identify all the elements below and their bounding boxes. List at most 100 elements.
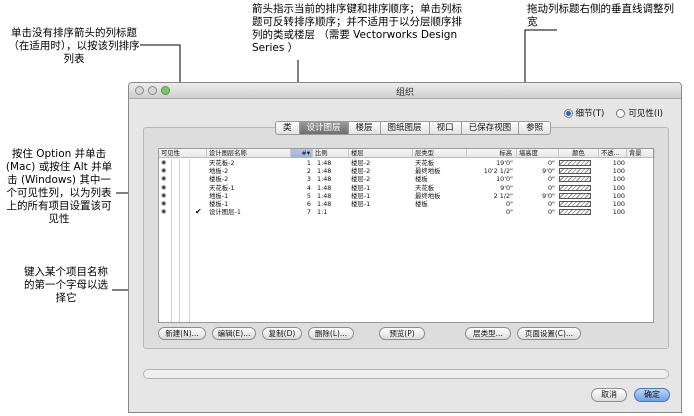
view-mode-radios: 细节(T) 可见性(I)	[563, 107, 663, 119]
cell-story: 楼层-1	[351, 191, 371, 200]
header-name[interactable]: 设计图层名称	[207, 149, 291, 158]
sort-arrow-icon: ▾	[306, 150, 310, 157]
cell-name: 地板-2	[209, 167, 229, 176]
cell-name: 设计图层-1	[209, 208, 241, 217]
cell-num: 7	[306, 208, 311, 217]
eye-icon[interactable]: ◉	[161, 159, 166, 167]
table-row[interactable]: ◉ 楼板-1 6 1:48 楼层-1 楼板 0" 0" 100	[159, 200, 653, 208]
category-tabs: 类设计图层 楼层 图纸图层 视口 已保存视图 参照	[275, 121, 552, 135]
duplicate-button[interactable]: 复制(D)	[262, 327, 302, 340]
new-button[interactable]: 新建(N)...	[158, 327, 206, 340]
cell-opacity: 100	[612, 199, 625, 208]
header-background[interactable]: 背景	[627, 149, 655, 158]
cell-story: 楼层-2	[351, 159, 371, 167]
tab-1[interactable]: 设计图层	[299, 122, 349, 134]
color-swatch[interactable]	[559, 184, 591, 191]
header-layer-type[interactable]: 层类型	[413, 149, 467, 158]
header-wall-height[interactable]: 墙高度	[517, 149, 559, 158]
radio-visibility-label: 可见性(I)	[628, 109, 663, 119]
tab-3[interactable]: 图纸图层	[381, 122, 430, 134]
cell-name: 天花板-2	[209, 159, 235, 167]
table-row[interactable]: ◉ 地板-1 5 1:48 楼层-1 最终地板 2 1/2" 9'0" 100	[159, 192, 653, 200]
tab-0[interactable]: 类	[276, 122, 300, 134]
header-story[interactable]: 楼层	[349, 149, 413, 158]
color-swatch[interactable]	[559, 200, 591, 207]
color-swatch[interactable]	[559, 192, 591, 199]
cell-wall-height: 9'0"	[542, 191, 555, 200]
cancel-button[interactable]: 取消	[591, 388, 627, 402]
table-row[interactable]: ◉ 地板-2 2 1:48 楼层-2 最终地板 10'2 1/2" 9'0" 100	[159, 167, 653, 175]
color-swatch[interactable]	[559, 176, 591, 183]
table-row[interactable]: ◉ 天花板-1 4 1:48 楼层-1 天花板 9'0" 0" 100	[159, 184, 653, 192]
radio-visibility[interactable]: 可见性(I)	[616, 107, 663, 119]
cell-wall-height: 0"	[547, 208, 555, 217]
cell-scale: 1:48	[317, 191, 332, 200]
edit-button[interactable]: 编辑(E)...	[212, 327, 256, 340]
radio-unselected-icon[interactable]	[616, 108, 626, 118]
cell-layer-type: 楼板	[415, 199, 428, 208]
cell-story: 楼层-1	[351, 183, 371, 192]
cell-wall-height: 0"	[547, 199, 555, 208]
header-color[interactable]: 颜色	[559, 149, 599, 158]
cell-layer-type: 最终地板	[415, 167, 441, 176]
list-panel: 可见性 设计图层名称 #▾ 比例 楼层 层类型 标高 墙高度 颜色 不透... …	[143, 127, 669, 349]
table-row[interactable]: ◉ 天花板-2 1 1:48 楼层-2 天花板 19'0" 0" 100	[159, 159, 653, 167]
header-elevation[interactable]: 标高	[467, 149, 517, 158]
table-header: 可见性 设计图层名称 #▾ 比例 楼层 层类型 标高 墙高度 颜色 不透... …	[159, 149, 655, 158]
tab-5[interactable]: 已保存视图	[462, 122, 520, 134]
color-swatch[interactable]	[559, 209, 591, 216]
eye-icon[interactable]: ◉	[161, 167, 166, 175]
layer-type-button[interactable]: 层类型...	[465, 327, 511, 340]
eye-icon[interactable]: ◉	[161, 192, 166, 200]
cell-name: 天花板-1	[209, 183, 235, 192]
tab-2[interactable]: 楼层	[349, 122, 381, 134]
color-swatch[interactable]	[559, 160, 591, 166]
radio-details[interactable]: 细节(T)	[563, 107, 605, 119]
ok-button[interactable]: 确定	[634, 388, 670, 402]
delete-button[interactable]: 删除(L)...	[308, 327, 354, 340]
window-title: 组织	[395, 88, 414, 98]
cell-wall-height: 0"	[547, 183, 555, 192]
cell-wall-height: 9'0"	[542, 167, 555, 176]
cell-name: 楼板-2	[209, 175, 229, 184]
page-setup-button[interactable]: 页面设置(C)...	[517, 327, 581, 340]
tab-4[interactable]: 视口	[430, 122, 462, 134]
cell-opacity: 100	[612, 159, 625, 167]
cell-opacity: 100	[612, 191, 625, 200]
organization-dialog: 组织 细节(T) 可见性(I) 可见性 设计图层名称 #▾ 比例 楼层 层类型 …	[128, 82, 682, 413]
cell-num: 1	[306, 159, 311, 167]
cell-opacity: 100	[612, 183, 625, 192]
table-rows: ◉ 天花板-2 1 1:48 楼层-2 天花板 19'0" 0" 100 ◉ 地板-2 2 1:48 楼层…	[159, 159, 653, 216]
cell-scale: 1:48	[317, 175, 332, 184]
progress-bar	[143, 369, 669, 379]
cell-wall-height: 0"	[547, 175, 555, 184]
cell-name: 楼板-1	[209, 199, 229, 208]
cell-num: 3	[306, 175, 311, 184]
cell-scale: 1:48	[317, 167, 332, 176]
radio-details-label: 细节(T)	[575, 109, 605, 119]
callout-column-width: 拖动列标题右侧的垂直线调整列宽	[527, 3, 674, 28]
radio-selected-icon[interactable]	[563, 108, 573, 118]
color-swatch[interactable]	[559, 168, 591, 175]
table-row[interactable]: ◉ ✔ 设计图层-1 7 1:1 0" 0" 100	[159, 208, 653, 216]
cell-elevation: 10'2 1/2"	[483, 167, 513, 176]
cell-scale: 1:48	[317, 199, 332, 208]
eye-icon[interactable]: ◉	[161, 208, 166, 216]
eye-icon[interactable]: ◉	[161, 184, 166, 192]
cell-layer-type: 楼板	[415, 175, 428, 184]
table-row[interactable]: ◉ 楼板-2 3 1:48 楼层-2 楼板 10'0" 0" 100	[159, 175, 653, 183]
callout-visibility-alt-click: 按住 Option 并单击 (Mac) 或按住 Alt 并单击 (Windows…	[5, 148, 113, 225]
cell-num: 6	[306, 199, 311, 208]
cell-elevation: 0"	[505, 199, 513, 208]
cell-scale: 1:1	[317, 208, 328, 217]
header-scale[interactable]: 比例	[313, 149, 349, 158]
eye-icon[interactable]: ◉	[161, 175, 166, 183]
eye-icon[interactable]: ◉	[161, 200, 166, 208]
cell-layer-type: 天花板	[415, 159, 435, 167]
header-opacity[interactable]: 不透...	[599, 149, 627, 158]
header-number[interactable]: #▾	[291, 149, 313, 158]
preview-button[interactable]: 预览(P)	[379, 327, 425, 340]
tab-6[interactable]: 参照	[519, 122, 550, 134]
header-visibility[interactable]: 可见性	[159, 149, 207, 158]
cell-elevation: 10'0"	[496, 175, 513, 184]
